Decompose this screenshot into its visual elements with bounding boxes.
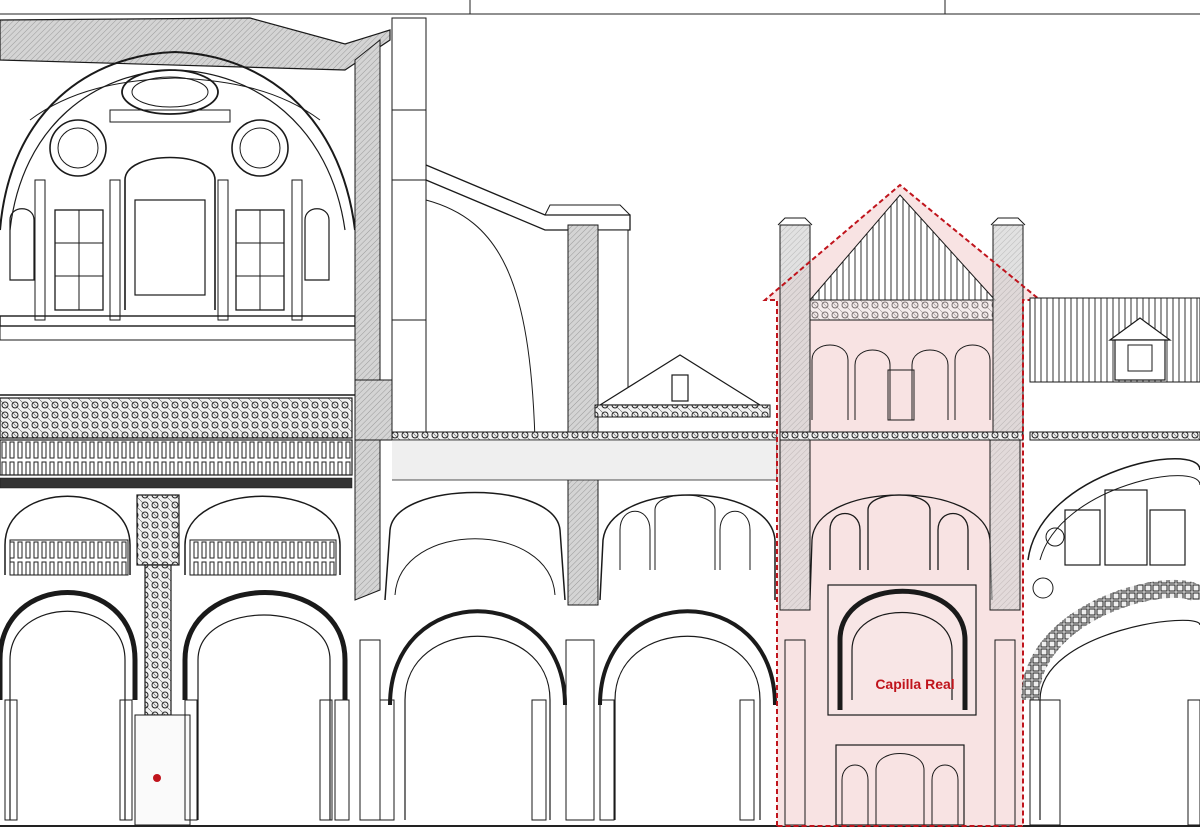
capilla-real-label: Capilla Real <box>875 676 955 692</box>
capilla-real-section <box>762 183 1043 827</box>
right-arcade-section <box>1021 297 1200 826</box>
architectural-section-drawing <box>0 0 1200 827</box>
section-walls <box>354 17 427 601</box>
renaissance-vault-section <box>0 17 391 826</box>
